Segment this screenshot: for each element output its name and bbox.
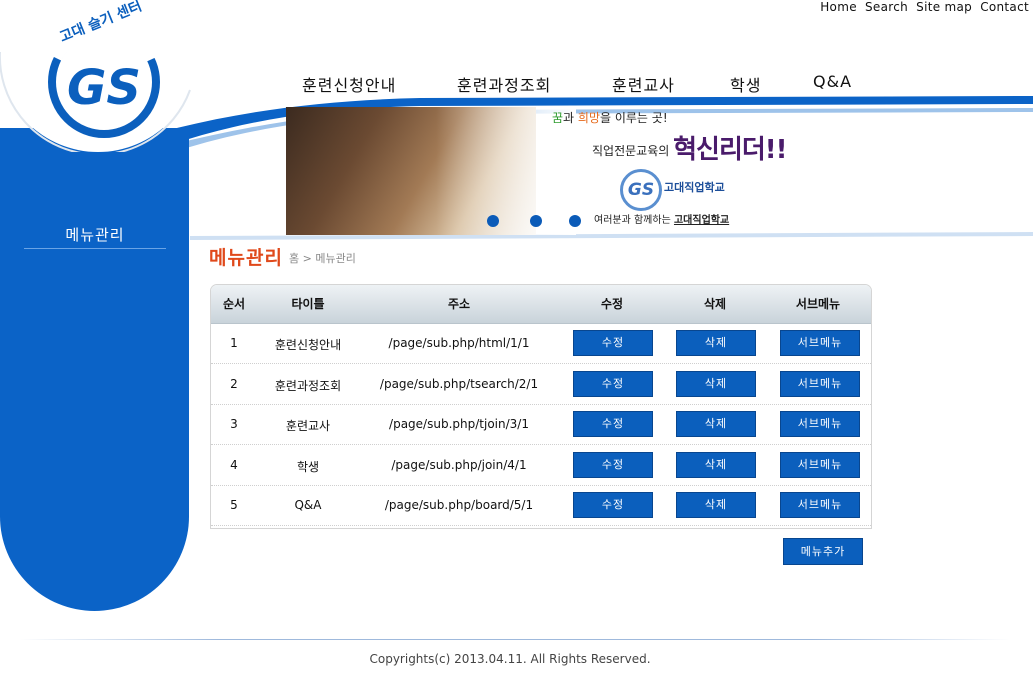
util-home-link[interactable]: Home [820,0,857,14]
footer-divider [20,639,1010,640]
menu-table: 순서 타이틀 주소 수정 삭제 서브메뉴 1 훈련신청안내/page/sub.ph… [210,284,872,529]
banner-slogan-1: 꿈과 희망을 이루는 곳! [552,111,668,125]
util-contact-link[interactable]: Contact [980,0,1029,14]
utility-nav: Home Search Site map Contact [816,0,1029,14]
util-sitemap-link[interactable]: Site map [916,0,972,14]
logo-mark: GS [67,60,141,116]
delete-button[interactable]: 삭제 [676,451,756,478]
table-row: 2 훈련과정조회/page/sub.php/tsearch/2/1 수정 삭제 서브메뉴 [211,364,871,405]
edit-button[interactable]: 수정 [573,370,653,397]
nav-item-student[interactable]: 학생 [730,72,761,96]
hero-banner: 꿈과 희망을 이루는 곳! 직업전문교육의 혁신리더!! GS 고대직업학교 여… [286,107,1006,235]
cell-address: /page/sub.php/join/4/1 [391,457,527,472]
copyright: Copyrights(c) 2013.04.11. All Rights Res… [369,652,651,666]
banner-slogan-2: 직업전문교육의 혁신리더!! [592,135,788,165]
cell-title: 훈련교사 [285,419,331,434]
banner-dot[interactable] [487,215,499,227]
edit-button[interactable]: 수정 [573,451,653,478]
page-title: 메뉴관리 [209,247,283,269]
banner-slogan-3: 여러분과 함께하는 고대직업학교 [594,215,730,226]
col-header-order: 순서 [222,297,246,311]
add-menu-button[interactable]: 메뉴추가 [783,538,863,565]
cell-title: 훈련과정조회 [274,378,342,393]
sidebar-title[interactable]: 메뉴관리 [24,224,166,249]
delete-button[interactable]: 삭제 [676,370,756,397]
cell-title: 학생 [296,459,320,474]
breadcrumb: 홈 > 메뉴관리 [289,252,356,265]
edit-button[interactable]: 수정 [573,330,653,356]
edit-button[interactable]: 수정 [573,492,653,519]
cell-order: 1 [230,336,238,350]
banner-dot[interactable] [530,215,542,227]
table-row: 5 Q&A/page/sub.php/board/5/1 수정 삭제 서브메뉴 [211,485,871,527]
cell-order: 3 [230,417,238,432]
table-header: 순서 타이틀 주소 수정 삭제 서브메뉴 [211,285,871,324]
col-header-title: 타이틀 [291,297,325,311]
cell-order: 5 [230,498,238,513]
cell-title: Q&A [294,498,322,513]
nav-item-course-search[interactable]: 훈련과정조회 [457,72,551,96]
table-row: 3 훈련교사/page/sub.php/tjoin/3/1 수정 삭제 서브메뉴 [211,404,871,446]
cell-address: /page/sub.php/board/5/1 [384,498,534,513]
delete-button[interactable]: 삭제 [676,330,756,356]
banner-logo-icon: GS [620,169,662,211]
delete-button[interactable]: 삭제 [676,411,756,438]
col-header-delete: 삭제 [703,297,727,311]
col-header-address: 주소 [447,297,471,311]
nav-item-qna[interactable]: Q&A [813,72,852,91]
cell-address: /page/sub.php/tsearch/2/1 [379,376,539,391]
util-search-link[interactable]: Search [865,0,908,14]
banner-dot[interactable] [569,215,581,227]
banner-logo-text: 고대직업학교 [664,181,725,194]
table-row: 4 학생/page/sub.php/join/4/1 수정 삭제 서브메뉴 [211,445,871,486]
submenu-button[interactable]: 서브메뉴 [780,330,860,356]
delete-button[interactable]: 삭제 [676,492,756,519]
cell-order: 2 [230,376,238,391]
submenu-button[interactable]: 서브메뉴 [780,451,860,478]
site-logo[interactable]: GS 고대 슬기 센터 [0,0,200,152]
submenu-button[interactable]: 서브메뉴 [780,492,860,519]
cell-order: 4 [230,457,238,472]
submenu-button[interactable]: 서브메뉴 [780,411,860,438]
submenu-button[interactable]: 서브메뉴 [780,370,860,397]
nav-item-training-apply[interactable]: 훈련신청안내 [302,72,396,96]
nav-item-teacher[interactable]: 훈련교사 [612,72,675,96]
sidebar [0,128,189,611]
col-header-submenu: 서브메뉴 [795,297,841,311]
cell-title: 훈련신청안내 [274,338,342,352]
edit-button[interactable]: 수정 [573,411,653,438]
col-header-edit: 수정 [600,297,624,311]
cell-address: /page/sub.php/html/1/1 [388,336,530,350]
table-row: 1 훈련신청안내/page/sub.php/html/1/1 수정 삭제 서브메뉴 [211,323,871,364]
cell-address: /page/sub.php/tjoin/3/1 [389,417,529,432]
